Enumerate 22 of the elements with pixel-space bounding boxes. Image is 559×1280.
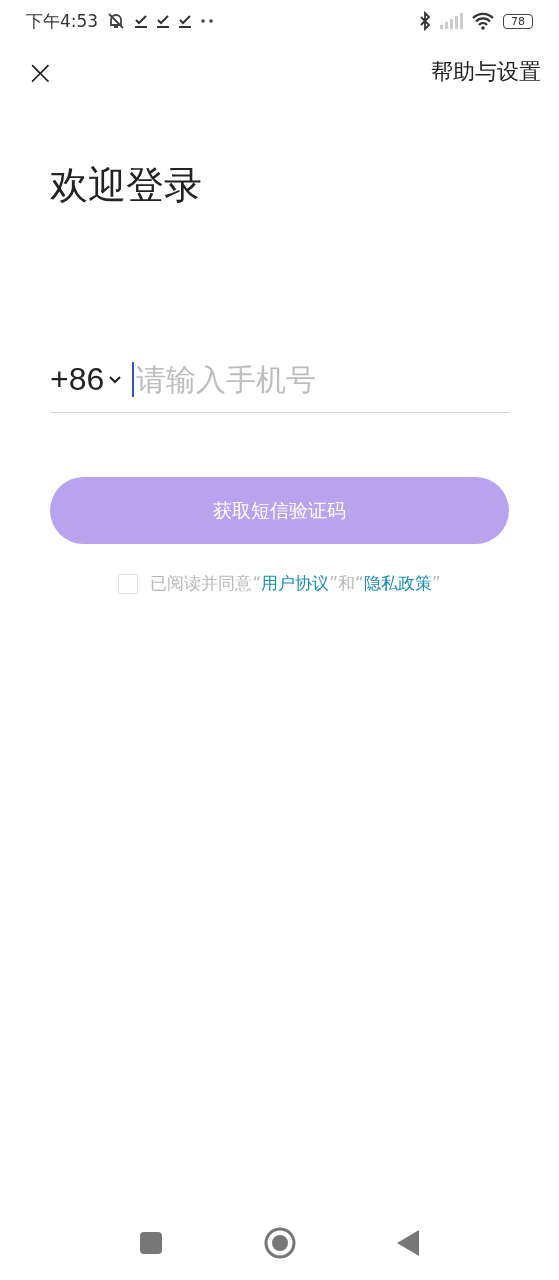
- close-button[interactable]: ×: [22, 55, 59, 89]
- agreement-checkbox[interactable]: [118, 573, 139, 594]
- status-time: 下午4:53: [26, 9, 99, 33]
- bluetooth-icon: [419, 11, 431, 31]
- download-done-icon: [178, 14, 193, 28]
- chevron-down-icon: [108, 374, 123, 385]
- battery-icon: 78: [503, 13, 533, 29]
- agreement-link[interactable]: 隐私政策: [363, 573, 432, 593]
- download-done-icon: [134, 14, 149, 28]
- help-settings-link[interactable]: 帮助与设置: [431, 57, 541, 87]
- recents-icon[interactable]: [140, 1232, 162, 1254]
- agreement-text: 已阅读并同意“用户协议”和“隐私政策”: [150, 572, 441, 595]
- agreement-link[interactable]: 用户协议: [261, 573, 330, 593]
- home-icon[interactable]: [263, 1227, 296, 1259]
- back-icon[interactable]: [397, 1230, 419, 1256]
- country-code-dropdown[interactable]: +86: [50, 361, 123, 398]
- phone-input[interactable]: 请输入手机号: [132, 362, 510, 397]
- signal-icon: [439, 13, 463, 29]
- wifi-icon: [471, 12, 495, 30]
- download-done-icon: [156, 14, 171, 28]
- page-title: 欢迎登录: [50, 162, 203, 209]
- more-dots-icon: [200, 18, 215, 24]
